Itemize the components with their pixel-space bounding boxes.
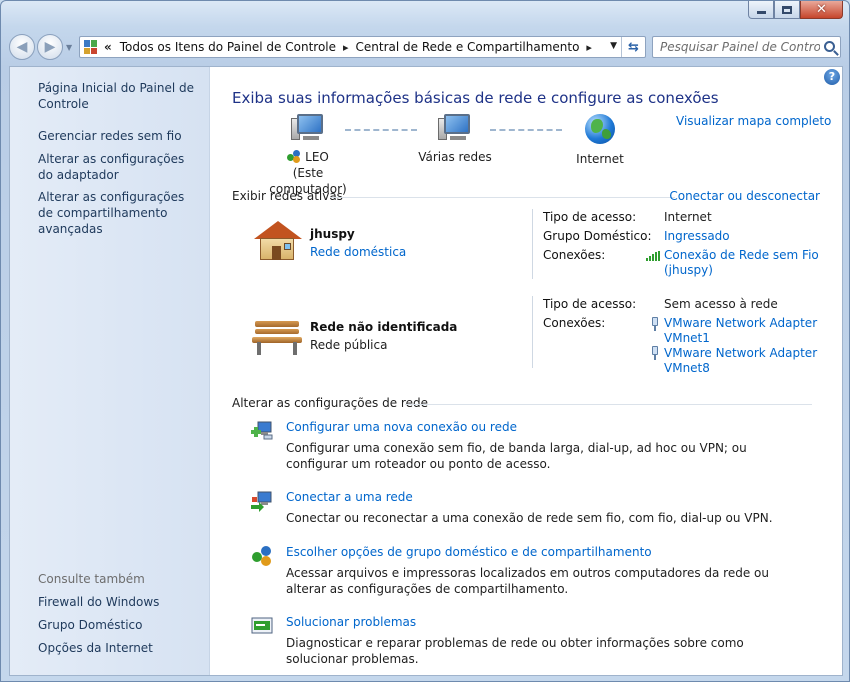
address-dropdown-icon[interactable]: ▼ [610,41,617,51]
breadcrumb-network-center[interactable]: Central de Rede e Compartilhamento [356,40,580,54]
address-bar[interactable]: « Todos os Itens do Painel de Controle ▸… [79,36,646,58]
sidebar-link-sharing[interactable]: Alterar as configurações de compartilham… [38,189,203,237]
task-troubleshoot-desc: Diagnosticar e reparar problemas de rede… [286,636,744,666]
access-type-label: Tipo de acesso: [543,210,637,224]
recent-pages-dropdown[interactable]: ▼ [66,43,72,52]
maximize-button[interactable] [774,1,800,19]
view-full-map-link[interactable]: Visualizar mapa completo [676,114,831,128]
vertical-divider [532,296,533,368]
connect-disconnect-link[interactable]: Conectar ou desconectar [669,189,820,203]
map-node-computer[interactable]: LEO (Este computador) [258,114,358,197]
active-networks-heading: Exibir redes ativas [232,189,343,203]
sidebar-link-homegroup[interactable]: Grupo Doméstico [38,617,203,633]
public-network-icon [252,315,302,355]
network-name: Rede não identificada [310,320,458,334]
refresh-button[interactable]: ⇆ [621,37,645,57]
computer-name: LEO [305,150,329,164]
see-also-heading: Consulte também [38,572,145,586]
breadcrumb-separator-icon[interactable]: ▸ [343,41,349,54]
network-type: Rede pública [310,338,388,352]
minimize-button[interactable] [748,1,774,19]
refresh-icon: ⇆ [628,39,639,55]
sidebar-link-home[interactable]: Página Inicial do Painel de Controle [38,80,203,112]
navigation-buttons: ◀ ▶ ▼ [9,34,72,60]
access-type-label: Tipo de acesso: [543,297,637,311]
multiple-networks-label: Várias redes [418,150,492,164]
sidebar: Página Inicial do Painel de Controle Ger… [10,67,210,675]
access-type-value: Internet [664,210,712,224]
change-settings-heading: Alterar as configurações de rede [232,396,428,410]
task-homegroup-link[interactable]: Escolher opções de grupo doméstico e de … [286,545,652,559]
sidebar-link-wireless[interactable]: Gerenciar redes sem fio [38,128,203,144]
maximize-icon [782,5,792,14]
access-type-value: Sem acesso à rede [664,297,778,311]
homegroup-link[interactable]: Ingressado [664,229,824,244]
homegroup-small-icon [287,150,301,163]
minimize-icon [756,11,766,14]
search-box[interactable] [652,36,841,58]
breadcrumb-separator-icon[interactable]: ▸ [586,41,592,54]
control-panel-window: ✕ ◀ ▶ ▼ « Todos os Itens do Painel de Co… [0,0,850,682]
network-type-link[interactable]: Rede doméstica [310,245,406,259]
vmnet8-connection-link[interactable]: VMware Network Adapter VMnet8 [664,346,824,376]
map-node-networks[interactable]: Várias redes [410,114,500,165]
connections-label: Conexões: [543,316,606,330]
map-connector [345,129,417,131]
task-homegroup-desc: Acessar arquivos e impressoras localizad… [286,566,769,596]
breadcrumb-overflow[interactable]: « [104,40,112,54]
control-panel-icon [84,40,98,54]
homegroup-label: Grupo Doméstico: [543,229,652,243]
section-divider [405,404,812,405]
page-title: Exiba suas informações básicas de rede e… [232,89,719,107]
wireless-signal-icon [646,251,660,261]
home-network-icon [252,221,302,261]
sidebar-link-adapter[interactable]: Alterar as configurações do adaptador [38,151,203,183]
help-icon[interactable]: ? [824,69,840,85]
network-adapter-icon [650,317,660,331]
troubleshoot-icon [250,615,274,637]
content-area: Página Inicial do Painel de Controle Ger… [9,66,843,676]
close-icon: ✕ [816,2,827,17]
task-connect-network-link[interactable]: Conectar a uma rede [286,490,413,504]
breadcrumb-all-items[interactable]: Todos os Itens do Painel de Controle [120,40,336,54]
section-divider [330,197,675,198]
sidebar-link-internet-options[interactable]: Opções da Internet [38,640,203,656]
main-panel: ? Exiba suas informações básicas de rede… [210,67,842,675]
wireless-connection-link[interactable]: Conexão de Rede sem Fio (jhuspy) [664,248,824,278]
vmnet1-connection-link[interactable]: VMware Network Adapter VMnet1 [664,316,824,346]
forward-arrow-icon: ▶ [44,39,56,55]
vertical-divider [532,209,533,279]
close-button[interactable]: ✕ [800,1,843,19]
network-name: jhuspy [310,227,355,241]
sidebar-link-firewall[interactable]: Firewall do Windows [38,594,203,610]
forward-button[interactable]: ▶ [37,34,63,60]
task-troubleshoot-link[interactable]: Solucionar problemas [286,615,416,629]
back-arrow-icon: ◀ [16,39,28,55]
homegroup-icon [250,545,274,567]
map-connector [490,129,562,131]
task-new-connection-desc: Configurar uma conexão sem fio, de banda… [286,441,747,471]
new-connection-icon [250,419,274,441]
caption-buttons: ✕ [748,1,843,19]
computer-icon [291,114,325,142]
search-input[interactable] [660,40,820,54]
network-adapter-icon [650,346,660,360]
internet-label: Internet [576,152,624,166]
connections-label: Conexões: [543,248,606,262]
task-connect-network-desc: Conectar ou reconectar a uma conexão de … [286,511,773,525]
map-node-internet[interactable]: Internet [565,114,635,167]
connect-network-icon [250,490,274,512]
internet-globe-icon [585,114,615,144]
multiple-networks-icon [438,114,472,142]
back-button[interactable]: ◀ [9,34,35,60]
task-new-connection-link[interactable]: Configurar uma nova conexão ou rede [286,420,517,434]
search-icon[interactable] [824,41,835,52]
